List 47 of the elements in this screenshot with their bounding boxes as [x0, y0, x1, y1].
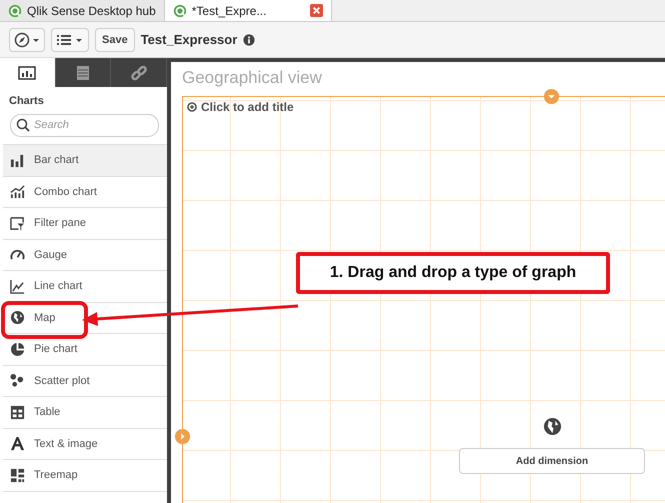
- link-icon: [130, 64, 147, 80]
- bar-chart-icon: [10, 152, 25, 168]
- menu-button[interactable]: [51, 28, 89, 52]
- sheet-title: Geographical view: [182, 68, 323, 89]
- chart-type-item[interactable]: Scatter plot: [3, 366, 167, 397]
- navigation-button[interactable]: [9, 28, 45, 52]
- compass-icon: [14, 32, 40, 48]
- gauge-icon: [10, 247, 25, 262]
- line-chart-icon: [10, 278, 25, 294]
- logo-icon: [8, 4, 22, 18]
- globe-icon: [543, 417, 562, 436]
- logo-icon: [172, 4, 187, 18]
- table-icon: [10, 404, 25, 420]
- list-icon: [76, 64, 90, 80]
- chart-type-item[interactable]: Text & image: [3, 428, 167, 460]
- callout-box: 1. Drag and drop a type of graph: [296, 252, 610, 294]
- search-field[interactable]: Search: [10, 114, 159, 136]
- add-icon: [187, 102, 197, 112]
- chart-type-item[interactable]: Line chart: [3, 271, 167, 302]
- app-title: Test_Expressor: [140, 32, 238, 47]
- section-heading: Charts: [8, 94, 45, 109]
- pie-chart-icon: [10, 342, 25, 357]
- chart-type-item[interactable]: Table: [3, 397, 167, 428]
- globe-icon: [10, 310, 25, 326]
- chart-type-item[interactable]: Treemap: [3, 460, 167, 492]
- chart-title-placeholder[interactable]: Click to add title: [183, 97, 298, 117]
- chart-type-item[interactable]: Gauge: [3, 240, 167, 271]
- add-dimension-button[interactable]: Add dimension: [459, 448, 645, 474]
- treemap-icon: [10, 468, 25, 483]
- save-button[interactable]: Save: [95, 28, 135, 52]
- browser-tab[interactable]: *Test_Expre...: [164, 0, 332, 21]
- search-icon: [16, 118, 30, 132]
- chart-icon: [18, 66, 36, 80]
- info-icon[interactable]: [243, 34, 256, 46]
- letter-icon: [10, 436, 25, 452]
- filter-icon: [10, 216, 25, 231]
- resize-handle[interactable]: [543, 88, 560, 105]
- chart-type-item[interactable]: Filter pane: [3, 208, 167, 240]
- chart-type-item[interactable]: Combo chart: [3, 176, 167, 208]
- chart-type-item[interactable]: Bar chart: [3, 145, 167, 176]
- combo-chart-icon: [10, 184, 25, 200]
- resize-handle[interactable]: [174, 428, 191, 445]
- chart-type-item[interactable]: Pie chart: [3, 334, 167, 366]
- close-icon[interactable]: [310, 4, 323, 17]
- scatter-icon: [10, 373, 25, 388]
- sidebar-tab[interactable]: [0, 58, 56, 87]
- browser-tab[interactable]: Qlik Sense Desktop hub: [0, 0, 165, 21]
